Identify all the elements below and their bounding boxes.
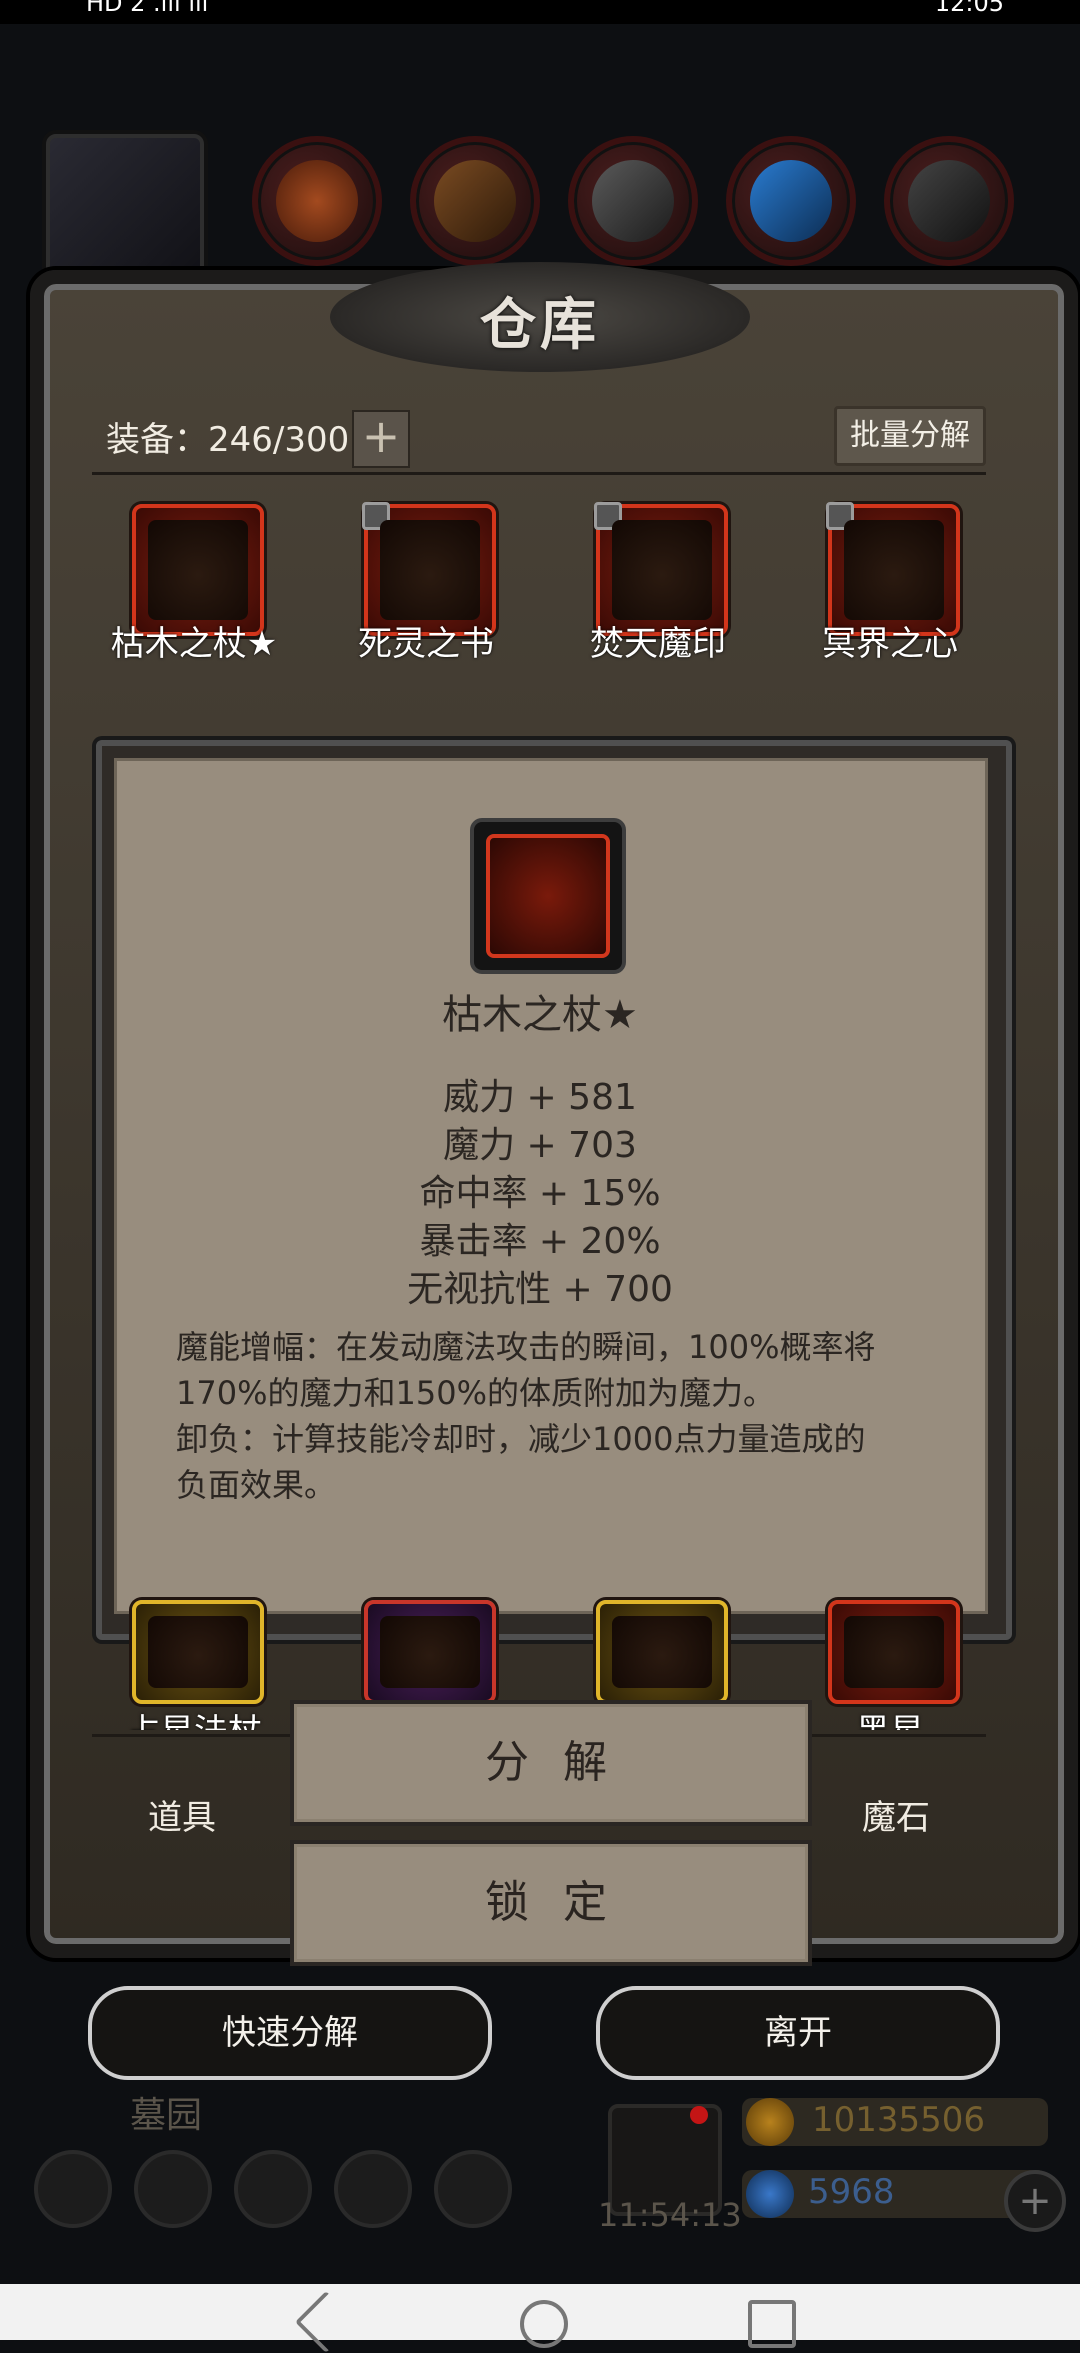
- gold-coin-icon: [746, 2098, 794, 2146]
- staff-icon: [148, 520, 248, 620]
- tooltip-stat: 无视抗性 + 700: [407, 1269, 673, 1310]
- gem-icon: [746, 2170, 794, 2218]
- tab-magic-stone[interactable]: 魔石: [862, 1790, 930, 1839]
- clock: 12:05: [934, 0, 1004, 17]
- stone-icon[interactable]: [568, 136, 698, 266]
- page-title: 仓库: [480, 293, 600, 358]
- item-label: 黑星: [780, 1704, 1000, 1730]
- gem-amount: 5968: [808, 2172, 895, 2212]
- demon-seal-icon: [612, 520, 712, 620]
- tooltip-desc-line: 负面效果。: [176, 1466, 337, 1504]
- home-icon[interactable]: [520, 2300, 568, 2348]
- item-slot[interactable]: [132, 1600, 264, 1704]
- add-currency-button[interactable]: +: [1004, 2170, 1066, 2232]
- badge-icon[interactable]: [134, 2150, 212, 2228]
- wood-icon[interactable]: [410, 136, 540, 266]
- tab-props[interactable]: 道具: [148, 1790, 216, 1839]
- item-label: 枯木之杖★: [110, 624, 278, 664]
- item-label: 冥界之心: [822, 624, 958, 664]
- item-slot[interactable]: [364, 1600, 496, 1704]
- book-icon: [380, 520, 480, 620]
- recents-icon[interactable]: [748, 2300, 796, 2348]
- tooltip-stat: 暴击率 + 20%: [419, 1221, 661, 1262]
- shield-icon[interactable]: [434, 2150, 512, 2228]
- crystal-icon[interactable]: [726, 136, 856, 266]
- signal-status: HD 2 .ıll ıll: [86, 0, 209, 17]
- meat-icon[interactable]: [252, 136, 382, 266]
- event-timer: 11:54:13: [598, 2196, 742, 2234]
- status-bar: HD 2 .ıll ıll 12:05: [0, 0, 1080, 24]
- gold-amount: 10135506: [812, 2100, 986, 2140]
- tooltip-item-name: 枯木之杖★: [442, 992, 638, 1038]
- tooltip-desc-line: 魔能增幅：在发动魔法攻击的瞬间，100%概率将: [176, 1328, 876, 1366]
- tooltip-stat: 命中率 + 15%: [419, 1173, 661, 1214]
- equip-count: 装备：246/300: [106, 420, 350, 460]
- batch-decompose-button[interactable]: 批量分解: [834, 406, 986, 466]
- divider: [92, 472, 986, 475]
- lock-button[interactable]: 锁 定: [290, 1840, 812, 1966]
- tooltip-item-icon: [470, 818, 626, 974]
- wand-icon: [380, 1616, 480, 1688]
- orb-icon: [844, 520, 944, 620]
- black-star-icon: [844, 1616, 944, 1688]
- item-label: 死灵之书: [358, 624, 494, 664]
- astral-staff-icon: [148, 1616, 248, 1688]
- staff-icon: [486, 834, 610, 958]
- settings-icon[interactable]: [34, 2150, 112, 2228]
- mail-icon[interactable]: [334, 2150, 412, 2228]
- location-label: 墓园: [130, 2095, 203, 2136]
- expand-capacity-button[interactable]: +: [352, 410, 410, 468]
- gate-icon[interactable]: [234, 2150, 312, 2228]
- tooltip-desc-line: 170%的魔力和150%的体质附加为魔力。: [176, 1374, 775, 1412]
- quick-decompose-button[interactable]: 快速分解: [88, 1986, 492, 2080]
- iron-icon[interactable]: [884, 136, 1014, 266]
- item-label: 占星法杖: [84, 1704, 304, 1730]
- item-slot[interactable]: [828, 1600, 960, 1704]
- decompose-button[interactable]: 分 解: [290, 1700, 812, 1826]
- tooltip-stat: 威力 + 581: [443, 1077, 637, 1118]
- amulet-icon: [612, 1616, 712, 1688]
- leave-button[interactable]: 离开: [596, 1986, 1000, 2080]
- notification-dot: [690, 2106, 708, 2124]
- tooltip-stat: 魔力 + 703: [443, 1125, 637, 1166]
- item-slot[interactable]: [596, 1600, 728, 1704]
- tooltip-desc-line: 卸负：计算技能冷却时，减少1000点力量造成的: [176, 1420, 866, 1458]
- item-label: 焚天魔印: [590, 624, 726, 664]
